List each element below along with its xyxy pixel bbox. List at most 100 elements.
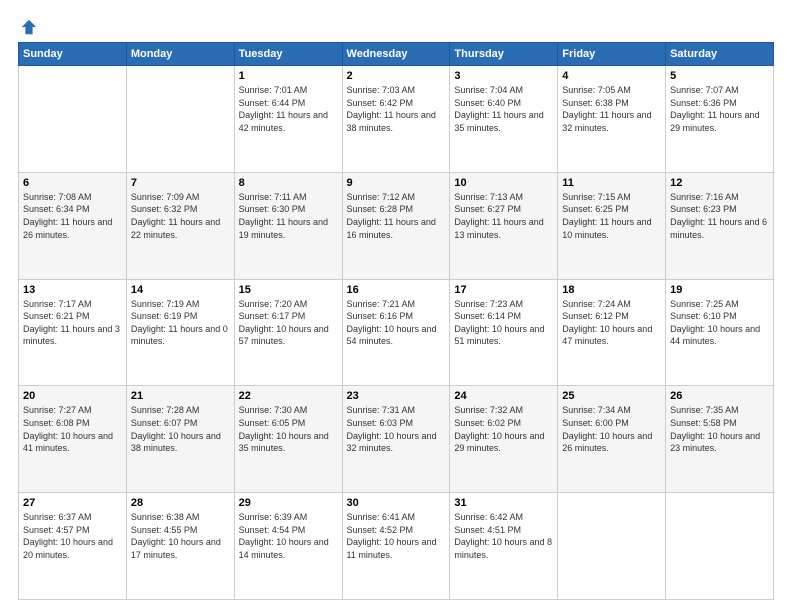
day-number: 12	[670, 177, 769, 189]
day-info: Sunrise: 7:01 AMSunset: 6:44 PMDaylight:…	[239, 84, 338, 134]
day-number: 2	[347, 70, 446, 82]
day-number: 30	[347, 497, 446, 509]
day-info: Sunrise: 7:28 AMSunset: 6:07 PMDaylight:…	[131, 404, 230, 454]
day-info: Sunrise: 7:24 AMSunset: 6:12 PMDaylight:…	[562, 298, 661, 348]
day-info: Sunrise: 7:27 AMSunset: 6:08 PMDaylight:…	[23, 404, 122, 454]
day-cell: 23Sunrise: 7:31 AMSunset: 6:03 PMDayligh…	[342, 386, 450, 493]
day-info: Sunrise: 7:34 AMSunset: 6:00 PMDaylight:…	[562, 404, 661, 454]
day-number: 24	[454, 390, 553, 402]
day-cell: 16 Sunrise: 7:21 AMSunset: 6:16 PMDayligh…	[342, 279, 450, 386]
day-cell	[126, 66, 234, 173]
day-number: 29	[239, 497, 338, 509]
day-cell: 13Sunrise: 7:17 AMSunset: 6:21 PMDayligh…	[19, 279, 127, 386]
day-number: 8	[239, 177, 338, 189]
day-info: Sunrise: 7:35 AMSunset: 5:58 PMDaylight:…	[670, 404, 769, 454]
day-cell	[19, 66, 127, 173]
day-number: 16	[347, 284, 446, 296]
day-number: 1	[239, 70, 338, 82]
day-info: Sunrise: 6:38 AMSunset: 4:55 PMDaylight:…	[131, 511, 230, 561]
day-info: Sunrise: 7:08 AMSunset: 6:34 PMDaylight:…	[23, 191, 122, 241]
day-number: 25	[562, 390, 661, 402]
day-info: Sunrise: 7:15 AMSunset: 6:25 PMDaylight:…	[562, 191, 661, 241]
day-cell: 28 Sunrise: 6:38 AMSunset: 4:55 PMDayligh…	[126, 493, 234, 600]
day-cell: 12 Sunrise: 7:16 AMSunset: 6:23 PMDayligh…	[666, 172, 774, 279]
day-info: Sunrise: 7:05 AMSunset: 6:38 PMDaylight:…	[562, 84, 661, 134]
day-cell: 4 Sunrise: 7:05 AMSunset: 6:38 PMDaylight…	[558, 66, 666, 173]
logo-icon	[20, 18, 38, 36]
weekday-tuesday: Tuesday	[234, 43, 342, 66]
day-number: 14	[131, 284, 230, 296]
weekday-sunday: Sunday	[19, 43, 127, 66]
page: SundayMondayTuesdayWednesdayThursdayFrid…	[0, 0, 792, 612]
day-number: 19	[670, 284, 769, 296]
day-info: Sunrise: 7:09 AMSunset: 6:32 PMDaylight:…	[131, 191, 230, 241]
day-cell: 25 Sunrise: 7:34 AMSunset: 6:00 PMDayligh…	[558, 386, 666, 493]
week-row-5: 27Sunrise: 6:37 AMSunset: 4:57 PMDayligh…	[19, 493, 774, 600]
day-cell: 5 Sunrise: 7:07 AMSunset: 6:36 PMDaylight…	[666, 66, 774, 173]
day-info: Sunrise: 7:16 AMSunset: 6:23 PMDaylight:…	[670, 191, 769, 241]
day-info: Sunrise: 6:37 AMSunset: 4:57 PMDaylight:…	[23, 511, 122, 561]
day-info: Sunrise: 6:41 AMSunset: 4:52 PMDaylight:…	[347, 511, 446, 561]
day-number: 9	[347, 177, 446, 189]
day-info: Sunrise: 7:19 AMSunset: 6:19 PMDaylight:…	[131, 298, 230, 348]
day-number: 5	[670, 70, 769, 82]
day-info: Sunrise: 7:07 AMSunset: 6:36 PMDaylight:…	[670, 84, 769, 134]
day-number: 10	[454, 177, 553, 189]
day-info: Sunrise: 6:42 AMSunset: 4:51 PMDaylight:…	[454, 511, 553, 561]
calendar: SundayMondayTuesdayWednesdayThursdayFrid…	[18, 42, 774, 600]
day-cell: 30 Sunrise: 6:41 AMSunset: 4:52 PMDayligh…	[342, 493, 450, 600]
day-cell: 11Sunrise: 7:15 AMSunset: 6:25 PMDayligh…	[558, 172, 666, 279]
day-cell: 29 Sunrise: 6:39 AMSunset: 4:54 PMDayligh…	[234, 493, 342, 600]
day-cell: 17 Sunrise: 7:23 AMSunset: 6:14 PMDayligh…	[450, 279, 558, 386]
day-number: 15	[239, 284, 338, 296]
day-cell: 2 Sunrise: 7:03 AMSunset: 6:42 PMDaylight…	[342, 66, 450, 173]
logo	[18, 18, 38, 32]
day-cell	[666, 493, 774, 600]
week-row-4: 20 Sunrise: 7:27 AMSunset: 6:08 PMDayligh…	[19, 386, 774, 493]
day-info: Sunrise: 7:32 AMSunset: 6:02 PMDaylight:…	[454, 404, 553, 454]
day-number: 17	[454, 284, 553, 296]
day-number: 6	[23, 177, 122, 189]
day-cell: 27Sunrise: 6:37 AMSunset: 4:57 PMDayligh…	[19, 493, 127, 600]
day-cell: 8 Sunrise: 7:11 AMSunset: 6:30 PMDaylight…	[234, 172, 342, 279]
day-cell: 18Sunrise: 7:24 AMSunset: 6:12 PMDayligh…	[558, 279, 666, 386]
weekday-saturday: Saturday	[666, 43, 774, 66]
day-cell: 6 Sunrise: 7:08 AMSunset: 6:34 PMDaylight…	[19, 172, 127, 279]
week-row-3: 13Sunrise: 7:17 AMSunset: 6:21 PMDayligh…	[19, 279, 774, 386]
weekday-monday: Monday	[126, 43, 234, 66]
day-info: Sunrise: 7:03 AMSunset: 6:42 PMDaylight:…	[347, 84, 446, 134]
day-cell: 26Sunrise: 7:35 AMSunset: 5:58 PMDayligh…	[666, 386, 774, 493]
day-cell	[558, 493, 666, 600]
day-number: 13	[23, 284, 122, 296]
day-info: Sunrise: 7:20 AMSunset: 6:17 PMDaylight:…	[239, 298, 338, 348]
day-info: Sunrise: 6:39 AMSunset: 4:54 PMDaylight:…	[239, 511, 338, 561]
weekday-header: SundayMondayTuesdayWednesdayThursdayFrid…	[19, 43, 774, 66]
day-info: Sunrise: 7:25 AMSunset: 6:10 PMDaylight:…	[670, 298, 769, 348]
day-info: Sunrise: 7:23 AMSunset: 6:14 PMDaylight:…	[454, 298, 553, 348]
day-cell: 20 Sunrise: 7:27 AMSunset: 6:08 PMDayligh…	[19, 386, 127, 493]
day-info: Sunrise: 7:04 AMSunset: 6:40 PMDaylight:…	[454, 84, 553, 134]
weekday-wednesday: Wednesday	[342, 43, 450, 66]
day-number: 21	[131, 390, 230, 402]
day-cell: 19 Sunrise: 7:25 AMSunset: 6:10 PMDayligh…	[666, 279, 774, 386]
header	[18, 18, 774, 32]
calendar-body: 1 Sunrise: 7:01 AMSunset: 6:44 PMDaylight…	[19, 66, 774, 600]
day-cell: 15 Sunrise: 7:20 AMSunset: 6:17 PMDayligh…	[234, 279, 342, 386]
day-number: 28	[131, 497, 230, 509]
day-number: 7	[131, 177, 230, 189]
day-cell: 1 Sunrise: 7:01 AMSunset: 6:44 PMDaylight…	[234, 66, 342, 173]
day-cell: 9 Sunrise: 7:12 AMSunset: 6:28 PMDaylight…	[342, 172, 450, 279]
day-cell: 14 Sunrise: 7:19 AMSunset: 6:19 PMDayligh…	[126, 279, 234, 386]
day-info: Sunrise: 7:21 AMSunset: 6:16 PMDaylight:…	[347, 298, 446, 348]
day-cell: 31Sunrise: 6:42 AMSunset: 4:51 PMDayligh…	[450, 493, 558, 600]
day-number: 20	[23, 390, 122, 402]
day-number: 4	[562, 70, 661, 82]
weekday-thursday: Thursday	[450, 43, 558, 66]
day-info: Sunrise: 7:31 AMSunset: 6:03 PMDaylight:…	[347, 404, 446, 454]
day-info: Sunrise: 7:30 AMSunset: 6:05 PMDaylight:…	[239, 404, 338, 454]
day-info: Sunrise: 7:12 AMSunset: 6:28 PMDaylight:…	[347, 191, 446, 241]
day-number: 3	[454, 70, 553, 82]
weekday-friday: Friday	[558, 43, 666, 66]
day-info: Sunrise: 7:11 AMSunset: 6:30 PMDaylight:…	[239, 191, 338, 241]
day-cell: 3 Sunrise: 7:04 AMSunset: 6:40 PMDaylight…	[450, 66, 558, 173]
